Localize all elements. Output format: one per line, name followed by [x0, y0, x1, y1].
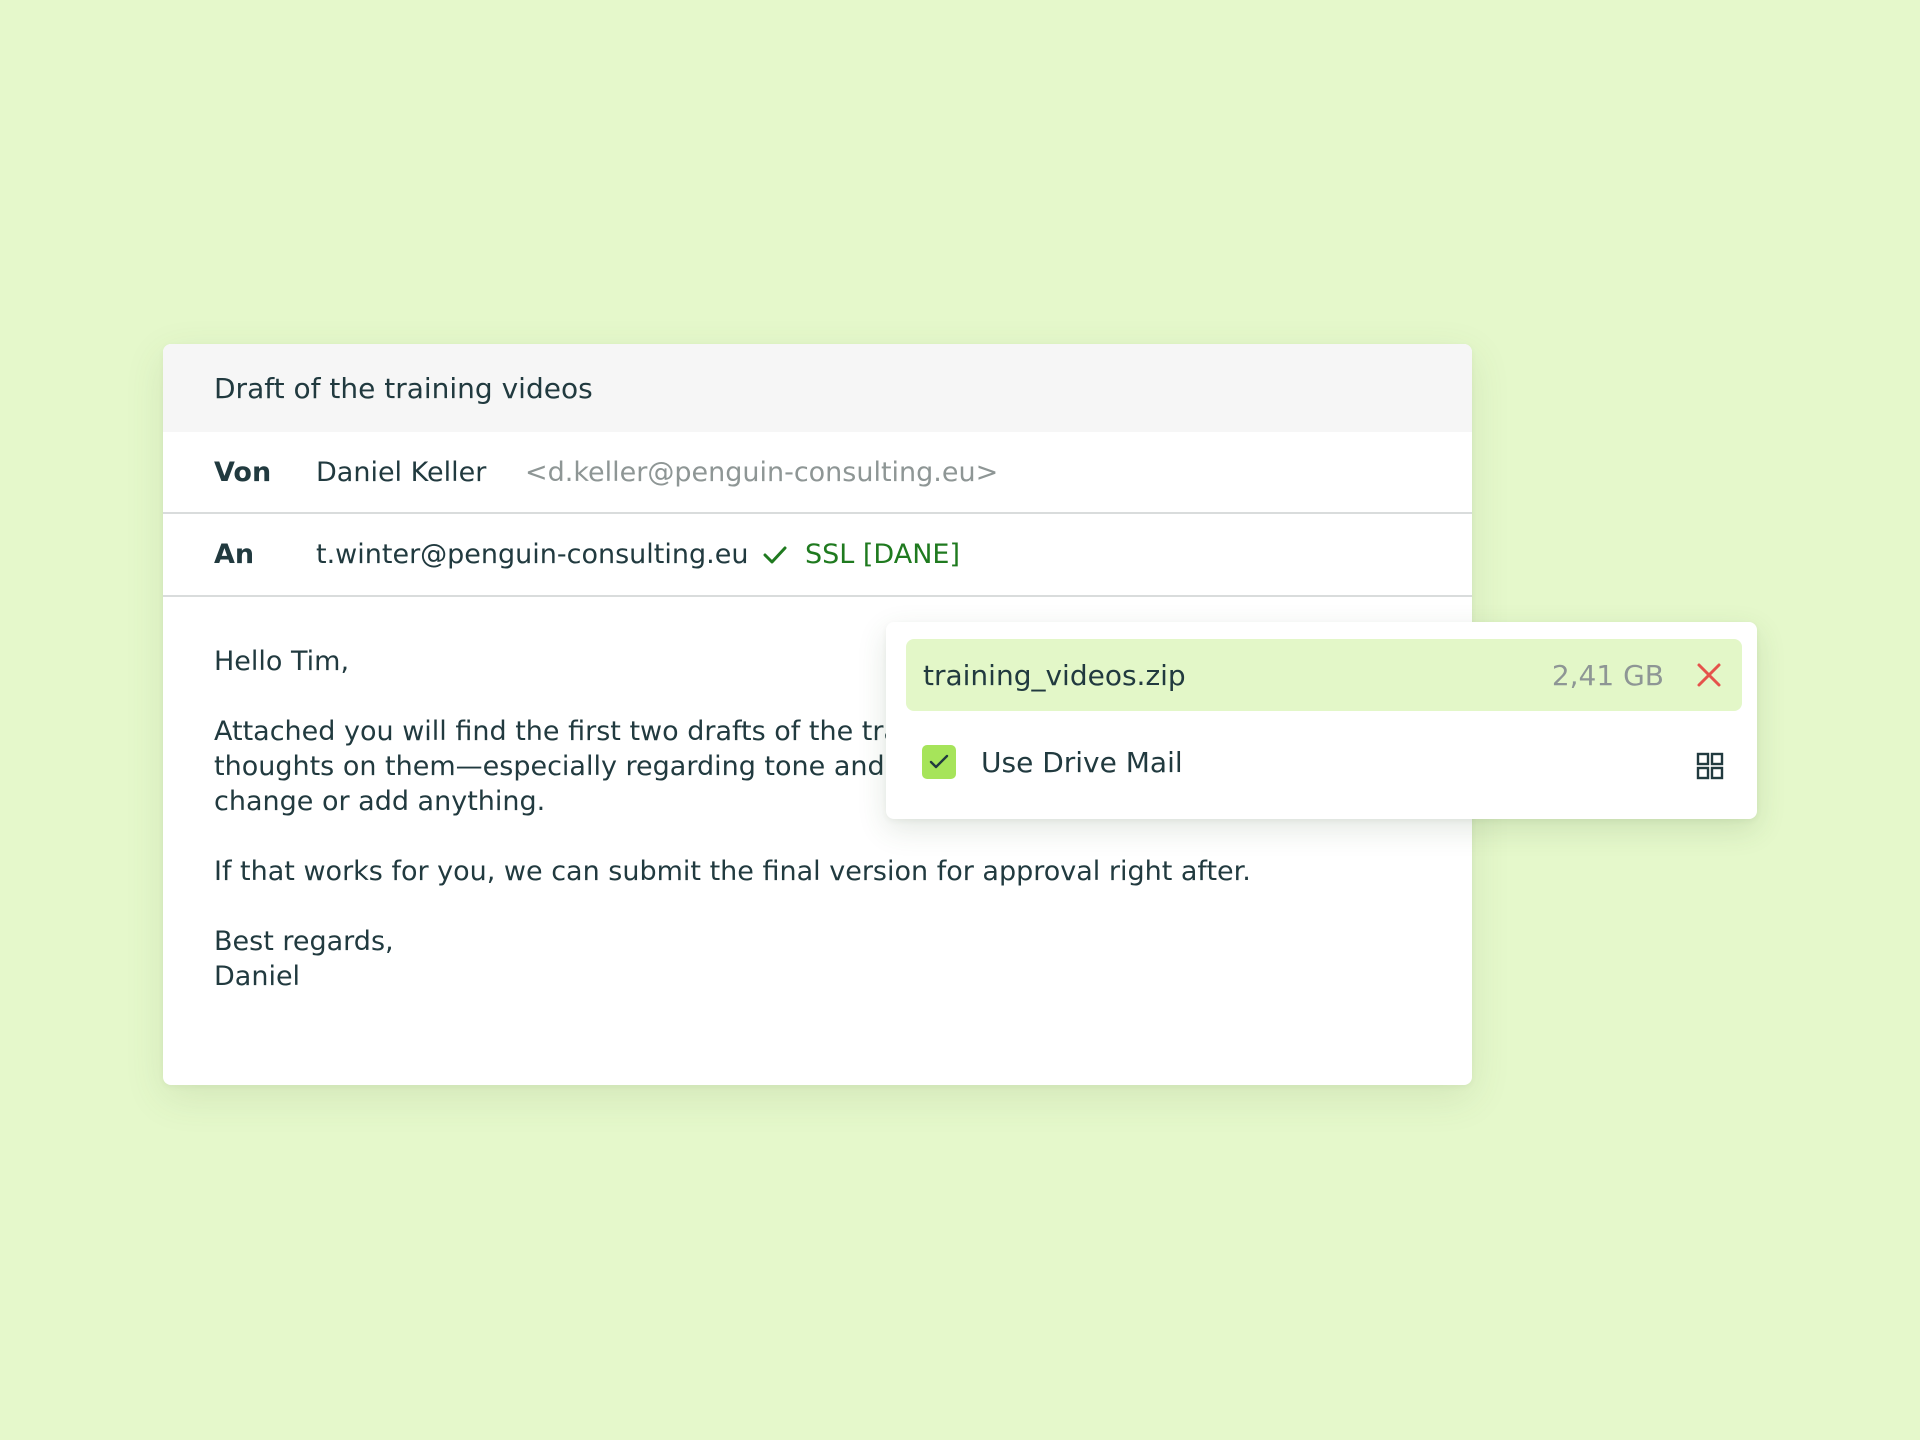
from-label: Von — [214, 456, 272, 488]
ssl-status-label: SSL [DANE] — [805, 539, 961, 570]
ssl-status: SSL [DANE] — [763, 539, 960, 570]
drive-mail-option[interactable]: Use Drive Mail — [922, 742, 1722, 782]
attachment-file-row[interactable]: training_videos.zip 2,41 GB — [906, 639, 1742, 711]
attachment-file-size: 2,41 GB — [1551, 658, 1664, 692]
grid-icon[interactable] — [1696, 752, 1724, 780]
email-paragraph-2: If that works for you, we can submit the… — [214, 856, 1251, 887]
checkmark-icon — [929, 754, 949, 769]
check-icon — [763, 546, 787, 563]
email-subject: Draft of the training videos — [214, 371, 593, 405]
to-row[interactable]: An t.winter@penguin-consulting.eu SSL [D… — [163, 514, 1472, 597]
from-row: Von Daniel Keller <d.keller@penguin-cons… — [163, 432, 1472, 514]
recipient-address[interactable]: t.winter@penguin-consulting.eu — [316, 539, 748, 570]
email-signoff: Best regards, Daniel — [214, 924, 1414, 994]
sender-name: Daniel Keller — [316, 456, 487, 488]
subject-bar: Draft of the training videos — [163, 344, 1472, 432]
email-closing: Best regards, — [214, 926, 394, 957]
close-icon[interactable] — [1694, 660, 1724, 690]
attachment-popup: training_videos.zip 2,41 GB Use Drive Ma… — [886, 622, 1757, 819]
sender-address: <d.keller@penguin-consulting.eu> — [525, 456, 999, 488]
attachment-file-name: training_videos.zip — [923, 658, 1186, 692]
to-label: An — [214, 539, 255, 570]
email-signature: Daniel — [214, 961, 301, 992]
drive-mail-checkbox[interactable] — [922, 745, 956, 779]
drive-mail-label: Use Drive Mail — [981, 745, 1183, 779]
